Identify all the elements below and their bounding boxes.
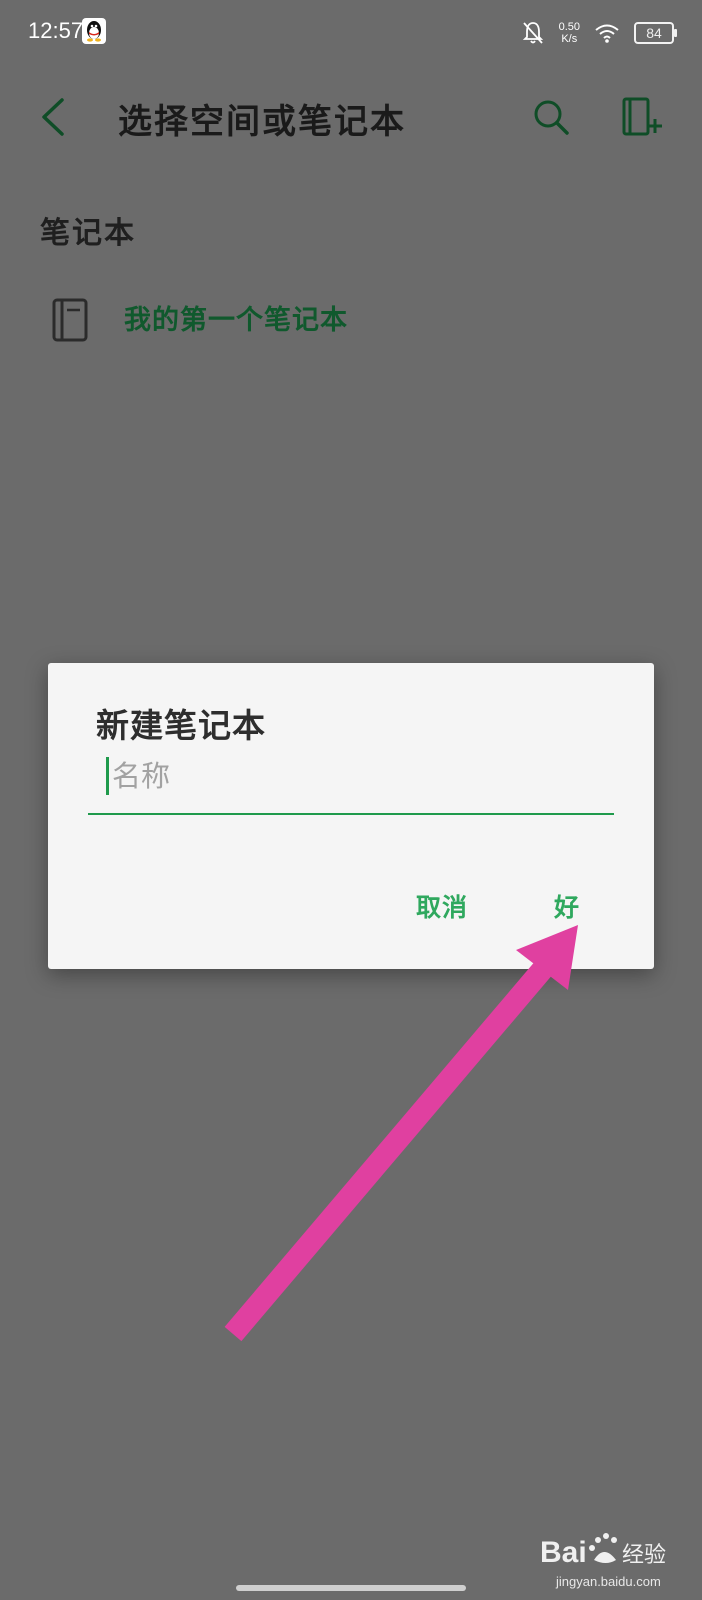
dialog-title: 新建笔记本	[96, 706, 266, 745]
wifi-icon	[595, 24, 619, 43]
net-speed-unit: K/s	[561, 33, 578, 45]
text-cursor	[106, 757, 109, 795]
home-indicator[interactable]	[236, 1585, 466, 1591]
baidu-jingyan-logo: Bai 经验	[540, 1533, 666, 1569]
bell-muted-icon	[522, 22, 543, 44]
ok-button[interactable]: 好	[554, 888, 580, 924]
search-icon[interactable]	[532, 98, 570, 136]
qq-icon	[82, 18, 106, 44]
page-title: 选择空间或笔记本	[118, 102, 406, 142]
section-title: 笔记本	[40, 216, 136, 251]
net-speed: 0.50 K/s	[559, 21, 580, 45]
svg-text:Bai: Bai	[540, 1536, 587, 1569]
input-underline	[88, 813, 614, 815]
watermark-url: jingyan.baidu.com	[556, 1574, 661, 1589]
svg-text:经验: 经验	[622, 1543, 666, 1568]
notebook-list-item[interactable]	[0, 285, 702, 357]
status-time: 12:57	[28, 18, 84, 43]
notebook-name-input[interactable]	[112, 755, 552, 797]
battery-icon: 84	[634, 22, 677, 44]
notebook-label[interactable]: 我的第一个笔记本	[124, 298, 348, 337]
new-notebook-dialog: 新建笔记本 取消 好	[48, 663, 654, 969]
back-arrow-icon[interactable]	[38, 96, 68, 138]
status-icons: 0.50 K/s 84	[521, 16, 677, 50]
notebook-icon	[52, 298, 88, 342]
cancel-button[interactable]: 取消	[416, 888, 468, 924]
new-notebook-icon[interactable]	[620, 96, 664, 138]
net-speed-value: 0.50	[558, 21, 580, 33]
